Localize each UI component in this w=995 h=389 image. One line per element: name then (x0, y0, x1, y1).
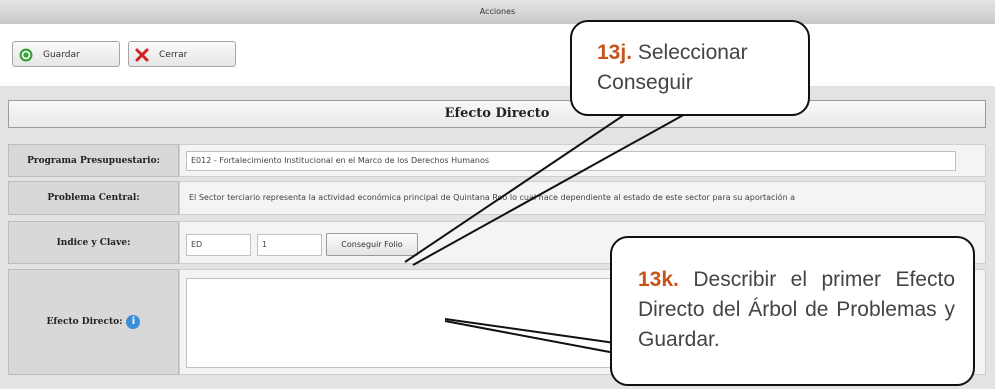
callout-13k-number: 13k. (638, 268, 679, 291)
callout-13k: 13k. Describir el primer Efecto Directo … (610, 236, 975, 386)
callout-13j-number: 13j. (597, 41, 633, 64)
callout-13j: 13j. Seleccionar Conseguir (570, 20, 810, 116)
callout-13k-text: Describir el primer Efecto Directo del Á… (638, 268, 955, 351)
